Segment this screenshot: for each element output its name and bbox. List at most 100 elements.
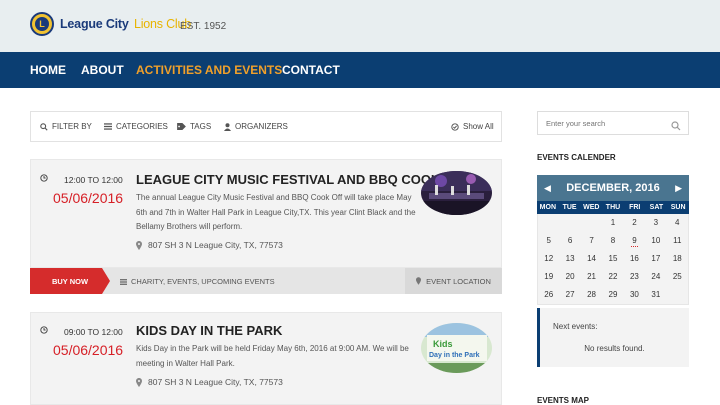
calendar-day[interactable]: 14 [581,250,602,268]
event-tags: CHARITY, EVENTS, UPCOMING EVENTS [120,277,275,286]
buy-now-button[interactable]: BUY NOW [30,268,110,294]
calendar-day[interactable]: 22 [602,268,623,286]
calendar-day[interactable]: 24 [645,268,666,286]
calendar-day[interactable]: 1 [602,214,623,232]
lions-emblem-icon: L [30,12,54,36]
main-nav: HOME ABOUT ACTIVITIES AND EVENTS CONTACT [0,52,720,88]
weekday-wed: WED [583,204,600,211]
event-title[interactable]: LEAGUE CITY MUSIC FESTIVAL AND BBQ COOK … [136,172,470,187]
emblem-letter: L [35,17,49,31]
event-title[interactable]: KIDS DAY IN THE PARK [136,323,282,338]
calendar-day[interactable]: 28 [581,286,602,304]
svg-text:Kids: Kids [433,339,453,349]
no-results-text: No results found. [584,344,645,353]
weekday-thu: THU [605,204,621,211]
calendar-day[interactable]: 4 [667,214,688,232]
event-address: 807 SH 3 N League City, TX, 77573 [136,240,283,250]
calendar-day[interactable]: 29 [602,286,623,304]
brand-name-main: League City [60,17,129,31]
weekday-fri: FRI [629,204,641,211]
event-date: 05/06/2016 [53,190,124,206]
tag-icon [177,123,186,130]
search-icon [40,122,48,131]
weekday-mon: MON [539,204,557,211]
event-address: 807 SH 3 N League City, TX, 77573 [136,377,283,387]
calendar-day[interactable]: 19 [538,268,559,286]
filter-organizers[interactable]: ORGANIZERS [224,122,288,131]
events-map-heading: EVENTS MAP [537,396,590,405]
nav-contact[interactable]: CONTACT [282,63,340,77]
weekday-sat: SAT [649,204,664,211]
calendar-empty-cell [538,214,559,232]
event-card: 09:00 TO 12:00 05/06/2016 KIDS DAY IN TH… [30,312,502,405]
calendar-day[interactable]: 13 [559,250,580,268]
map-pin-icon [136,240,142,250]
event-tags-text[interactable]: CHARITY, EVENTS, UPCOMING EVENTS [131,277,275,286]
circle-check-icon [451,122,459,131]
calendar-day[interactable]: 5 [538,232,559,250]
calendar-day[interactable]: 7 [581,232,602,250]
site-logo[interactable]: L League City Lions Club [30,12,191,36]
svg-text:Day in the Park: Day in the Park [429,352,480,359]
event-description: The annual League City Music Festival an… [136,193,416,231]
event-address-text: 807 SH 3 N League City, TX, 77573 [148,240,283,250]
calendar-day[interactable]: 11 [667,232,688,250]
calendar-grid: 1 2 3 4 5 6 7 8 9 10 11 12 13 14 15 16 17 18 19 20 21 22 23 24 2… [537,214,689,305]
filter-by-label: FILTER BY [40,122,92,131]
show-all-button[interactable]: Show All [451,122,494,131]
event-thumbnail-concert[interactable] [421,171,492,215]
calendar-day[interactable]: 18 [667,250,688,268]
nav-activities-and-events[interactable]: ACTIVITIES AND EVENTS [136,63,282,77]
nav-about[interactable]: ABOUT [81,63,124,77]
calendar-empty-cell [559,214,580,232]
calendar-day[interactable]: 20 [559,268,580,286]
calendar-day[interactable]: 26 [538,286,559,304]
calendar-day[interactable]: 2 [624,214,645,232]
calendar-day[interactable]: 15 [602,250,623,268]
weekday-sun: SUN [670,204,686,211]
calendar-day[interactable]: 31 [645,286,666,304]
events-calendar-heading: EVENTS CALENDER [537,153,616,162]
event-action-bar: BUY NOW CHARITY, EVENTS, UPCOMING EVENTS… [30,268,502,294]
calendar-day[interactable]: 23 [624,268,645,286]
next-events-label: Next events: [553,322,598,331]
event-thumbnail-kids-day[interactable]: Kids Day in the Park [421,323,492,373]
search-box [537,111,689,135]
map-pin-icon [136,377,142,387]
event-date: 05/06/2016 [53,342,124,358]
calendar-day[interactable]: 8 [602,232,623,250]
search-icon[interactable] [671,118,681,136]
filter-tags[interactable]: TAGS [177,122,211,131]
next-month-button[interactable]: ▶ [675,183,682,194]
calendar-day[interactable]: 12 [538,250,559,268]
event-card: 12:00 TO 12:00 05/06/2016 LEAGUE CITY MU… [30,159,502,268]
calendar-day[interactable]: 3 [645,214,666,232]
calendar-month: DECEMBER, 2016 [566,182,660,194]
calendar-day[interactable]: 25 [667,268,688,286]
calendar-day[interactable]: 9 [624,232,645,250]
user-icon [224,122,231,131]
calendar-day[interactable]: 17 [645,250,666,268]
calendar-day[interactable]: 10 [645,232,666,250]
map-pin-icon [416,277,422,285]
brand-name: League City Lions Club [60,17,191,31]
event-location-button[interactable]: EVENT LOCATION [405,268,502,294]
prev-month-button[interactable]: ◀ [544,183,551,194]
calendar-day[interactable]: 21 [581,268,602,286]
event-time: 09:00 TO 12:00 [64,327,123,337]
calendar-weekdays: MON TUE WED THU FRI SAT SUN [537,201,689,214]
calendar-empty-cell [581,214,602,232]
nav-home[interactable]: HOME [30,63,66,77]
filter-tags-label: TAGS [190,122,212,131]
event-address-text: 807 SH 3 N League City, TX, 77573 [148,377,283,387]
calendar-day[interactable]: 30 [624,286,645,304]
search-input[interactable] [546,117,666,130]
calendar-day[interactable]: 27 [559,286,580,304]
show-all-label: Show All [463,122,494,131]
filter-categories[interactable]: CATEGORIES [104,122,168,131]
calendar-day[interactable]: 6 [559,232,580,250]
filter-bar: FILTER BY CATEGORIES TAGS ORGANIZERS Sho… [30,111,502,142]
filter-organizers-label: ORGANIZERS [235,122,288,131]
calendar-day[interactable]: 16 [624,250,645,268]
event-location-label: EVENT LOCATION [426,276,491,286]
